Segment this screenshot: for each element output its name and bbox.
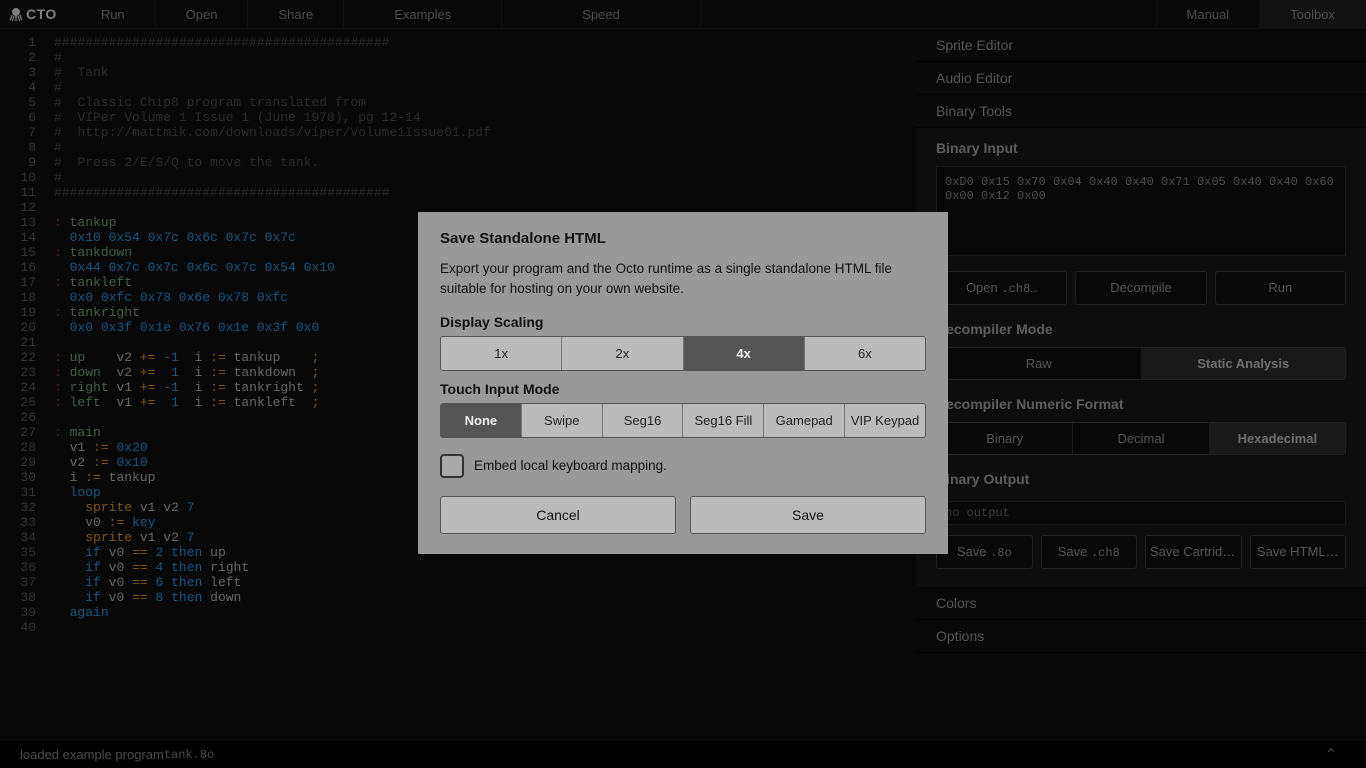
display-scaling-label: Display Scaling	[440, 314, 926, 330]
checkbox-icon[interactable]	[440, 454, 464, 478]
touch-none[interactable]: None	[441, 404, 522, 437]
touch-mode-label: Touch Input Mode	[440, 381, 926, 397]
scale-1x[interactable]: 1x	[441, 337, 562, 370]
scale-2x[interactable]: 2x	[562, 337, 683, 370]
touch-seg16[interactable]: Seg16	[603, 404, 684, 437]
embed-keyboard-check[interactable]: Embed local keyboard mapping.	[440, 454, 926, 478]
modal-desc: Export your program and the Octo runtime…	[440, 259, 926, 300]
touch-swipe[interactable]: Swipe	[522, 404, 603, 437]
scale-6x[interactable]: 6x	[805, 337, 925, 370]
touch-seg16-fill[interactable]: Seg16 Fill	[683, 404, 764, 437]
modal-title: Save Standalone HTML	[440, 230, 926, 247]
embed-keyboard-label: Embed local keyboard mapping.	[474, 458, 667, 473]
save-button[interactable]: Save	[690, 496, 926, 534]
save-html-modal: Save Standalone HTML Export your program…	[418, 212, 948, 554]
display-scaling-seg: 1x2x4x6x	[440, 336, 926, 371]
touch-vip-keypad[interactable]: VIP Keypad	[845, 404, 925, 437]
touch-gamepad[interactable]: Gamepad	[764, 404, 845, 437]
scale-4x[interactable]: 4x	[684, 337, 805, 370]
cancel-button[interactable]: Cancel	[440, 496, 676, 534]
touch-mode-seg: NoneSwipeSeg16Seg16 FillGamepadVIP Keypa…	[440, 403, 926, 438]
